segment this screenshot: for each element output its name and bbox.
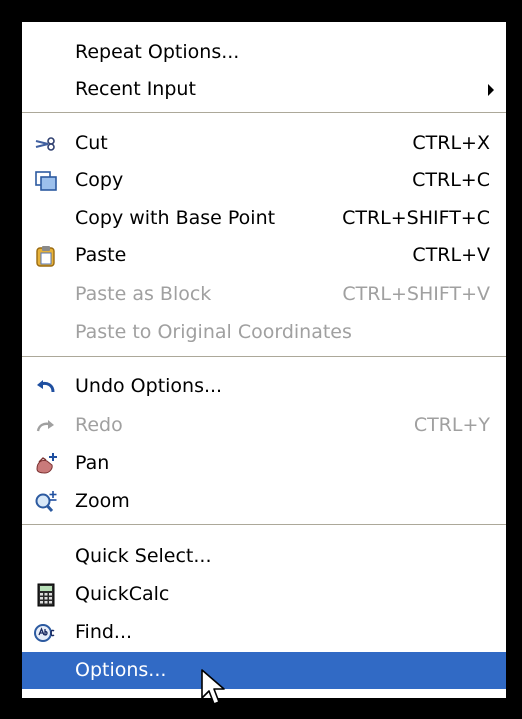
menu-item-label: Copy with Base Point: [75, 207, 276, 229]
menu-item-label: Cut: [75, 132, 108, 154]
menu-item-shortcut: CTRL+SHIFT+V: [342, 283, 490, 305]
menu-item-quickcalc[interactable]: QuickCalc: [22, 576, 506, 613]
menu-item-undo-options[interactable]: Undo Options...: [22, 368, 506, 405]
mouse-cursor-icon: [201, 669, 225, 705]
find-text-icon: [34, 621, 58, 645]
menu-item-recent-input[interactable]: Recent Input: [22, 71, 506, 108]
menu-separator: [22, 524, 506, 526]
menu-item-label: Zoom: [75, 490, 130, 512]
menu-item-zoom[interactable]: Zoom: [22, 483, 506, 520]
menu-item-redo[interactable]: Redo CTRL+Y: [22, 407, 506, 444]
menu-item-label: Copy: [75, 169, 124, 191]
menu-separator: [22, 112, 506, 114]
menu-item-copy[interactable]: Copy CTRL+C: [22, 162, 506, 199]
menu-item-label: Pan: [75, 452, 110, 474]
menu-item-label: Paste to Original Coordinates: [75, 321, 352, 343]
copy-icon: [34, 169, 58, 193]
paste-icon: [34, 244, 58, 268]
menu-item-shortcut: CTRL+Y: [413, 414, 490, 436]
menu-separator: [22, 356, 506, 358]
menu-item-cut[interactable]: Cut CTRL+X: [22, 125, 506, 162]
submenu-arrow-icon: [488, 84, 494, 96]
menu-item-label: Repeat Options...: [75, 41, 240, 63]
menu-item-repeat-options[interactable]: Repeat Options...: [22, 34, 506, 71]
menu-item-shortcut: CTRL+SHIFT+C: [342, 207, 490, 229]
menu-item-label: Paste as Block: [75, 283, 212, 305]
menu-item-label: Options...: [75, 659, 167, 681]
menu-item-label: Redo: [75, 414, 123, 436]
menu-item-label: Undo Options...: [75, 375, 223, 397]
menu-item-label: QuickCalc: [75, 583, 170, 605]
menu-item-shortcut: CTRL+C: [412, 169, 490, 191]
menu-item-paste[interactable]: Paste CTRL+V: [22, 237, 506, 274]
menu-item-options[interactable]: Options...: [22, 652, 506, 689]
calculator-icon: [34, 583, 58, 607]
menu-item-label: Recent Input: [75, 78, 196, 100]
menu-item-shortcut: CTRL+V: [412, 244, 490, 266]
menu-item-copy-with-base-point[interactable]: Copy with Base Point CTRL+SHIFT+C: [22, 200, 506, 237]
redo-icon: [34, 414, 58, 438]
zoom-magnifier-icon: [34, 490, 58, 514]
menu-item-find[interactable]: Find...: [22, 614, 506, 651]
pan-hand-icon: [34, 452, 58, 476]
menu-item-label: Quick Select...: [75, 545, 212, 567]
menu-item-label: Find...: [75, 621, 133, 643]
menu-item-quick-select[interactable]: Quick Select...: [22, 538, 506, 575]
menu-item-paste-as-block[interactable]: Paste as Block CTRL+SHIFT+V: [22, 276, 506, 313]
context-menu: Repeat Options... Recent Input Cut CTRL+…: [22, 22, 506, 698]
menu-item-paste-to-original-coordinates[interactable]: Paste to Original Coordinates: [22, 314, 506, 351]
menu-item-pan[interactable]: Pan: [22, 445, 506, 482]
menu-item-shortcut: CTRL+X: [412, 132, 490, 154]
menu-item-label: Paste: [75, 244, 127, 266]
scissors-icon: [34, 132, 58, 156]
undo-icon: [34, 375, 58, 399]
